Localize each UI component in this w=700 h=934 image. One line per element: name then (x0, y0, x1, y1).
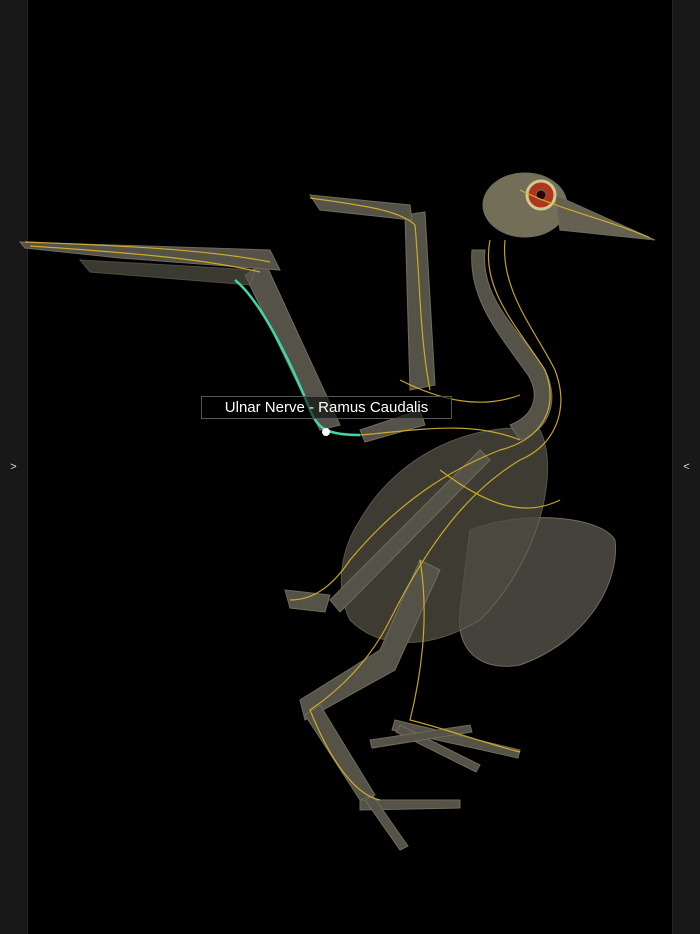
structure-label[interactable]: Ulnar Nerve - Ramus Caudalis (201, 396, 452, 419)
3d-model-viewport[interactable] (0, 0, 700, 934)
bird-skeleton (18, 172, 656, 851)
nerve-network (24, 189, 651, 801)
label-anchor-point (322, 428, 330, 436)
